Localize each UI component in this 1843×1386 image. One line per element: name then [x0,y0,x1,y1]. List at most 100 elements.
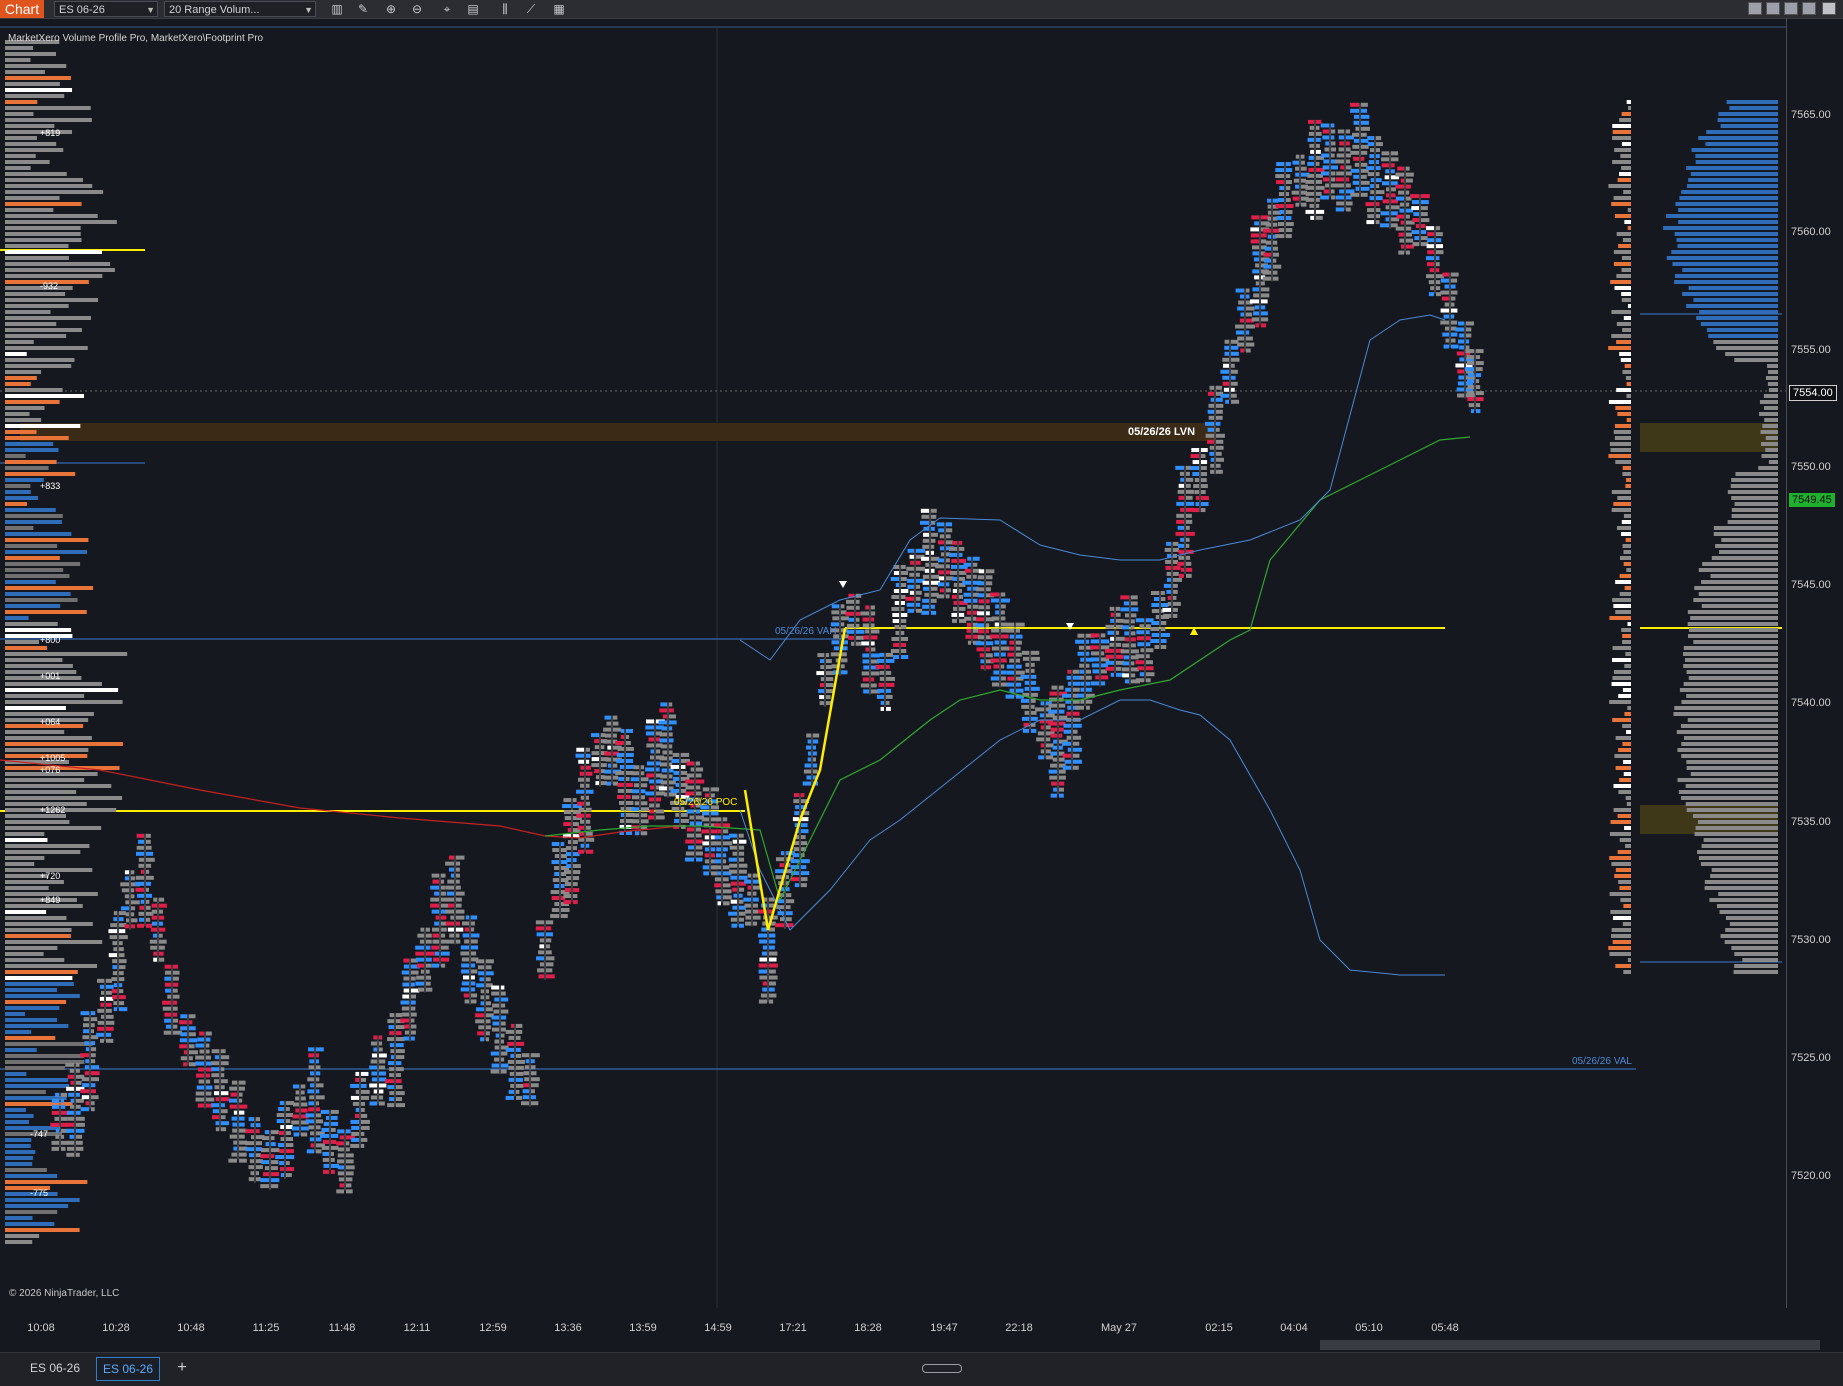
footprint-cell [173,982,179,987]
zoom-in-icon[interactable]: ⊕ [384,2,398,16]
footprint-cell [195,1043,204,1048]
footprint-cell [456,897,462,902]
footprint-cell [1286,216,1292,221]
footprint-cell [180,1032,187,1037]
footprint-cell [1201,508,1206,513]
footprint-cell [1073,741,1080,746]
footprint-cell [732,851,737,856]
volume-bar [5,964,98,968]
window-minimize-button[interactable] [1748,2,1762,15]
window-close-button[interactable] [1822,2,1836,15]
footprint-cell [1366,166,1374,171]
footprint-cell [1146,648,1154,653]
footprint-cell [946,564,950,569]
footprint-cell [978,569,984,574]
footprint-cell [1261,299,1268,304]
pencil-icon[interactable]: ✎ [356,2,370,16]
instrument-selector[interactable]: ES 06-26 ▼ [54,1,158,17]
footprint-cell [411,1018,415,1023]
footprint-cell [388,1025,394,1030]
footprint-cell [931,550,935,555]
footprint-cell [239,1152,247,1157]
footprint-cell [995,604,999,609]
footprint-cell [195,1055,204,1060]
footprint-cell [1146,672,1155,677]
footprint-cell [717,901,721,906]
footprint-cell [91,1077,99,1082]
footprint-cell [907,584,914,589]
footprint-cell [286,1161,290,1166]
strategies-icon[interactable]: ⟋ [524,2,538,16]
footprint-cell [786,893,792,898]
footprint-cell [1397,166,1404,171]
volume-bar [1702,562,1778,566]
footprint-cell [813,769,818,774]
footprint-cell [1361,132,1367,137]
time-axis[interactable]: 10:08 10:28 10:48 11:25 11:48 12:11 12:59 13:36… [0,1308,1786,1344]
time-tick-label: 10:48 [177,1322,205,1334]
footprint-cell [494,1045,499,1050]
footprint-cell [696,833,702,838]
footprint-cell [486,1037,490,1042]
add-tab-button[interactable]: + [172,1357,192,1379]
tab-es-06-26-2[interactable]: ES 06-26 [96,1357,161,1381]
volume-bar [5,232,81,236]
bar-type-icon[interactable]: ▥ [330,2,344,16]
footprint-cell [660,702,667,707]
pager-handle[interactable] [922,1364,962,1373]
window-tile-button[interactable] [1766,2,1780,15]
footprint-cell [1075,705,1084,710]
footprint-cell [753,903,758,908]
footprint-cell [1273,240,1278,245]
footprint-cell [137,893,144,898]
footprint-cell [973,556,980,561]
footprint-cell [431,945,439,950]
indicators-icon[interactable]: ⫼ [498,2,512,16]
footprint-cell [351,1131,359,1136]
volume-bar [5,1036,56,1040]
footprint-cell [462,975,469,980]
horizontal-scrollbar[interactable] [1320,1340,1820,1350]
volume-bar [1696,316,1778,320]
bar-type-selector[interactable]: 20 Range Volum... ▼ [164,1,316,17]
footprint-cell [1384,175,1389,180]
window-maximize-button[interactable] [1784,2,1798,15]
footprint-cell [153,957,157,962]
session-volume-bar [1616,232,1631,236]
tab-es-06-26-1[interactable]: ES 06-26 [24,1357,86,1379]
footprint-cell [871,635,878,640]
price-axis[interactable]: 7565.00 7560.00 7555.00 7550.00 7545.00 7540.… [1786,18,1843,1308]
footprint-cell [769,969,776,974]
footprint-cell [331,1121,339,1126]
volume-bar [1679,196,1778,200]
footprint-cell [1209,451,1214,456]
footprint-cell [1444,302,1449,307]
footprint-cell [1436,262,1440,267]
footprint-cell [456,933,460,938]
footprint-cell [415,951,424,956]
footprint-cell [801,871,810,876]
footprint-cell [337,1165,344,1170]
volume-bar [1767,382,1778,386]
zoom-out-icon[interactable]: ⊖ [410,2,424,16]
footprint-cell [165,988,171,993]
footprint-cell [607,763,611,768]
footprint-cell [292,1114,299,1119]
footprint-cell [790,859,799,864]
footprint-cell [1031,674,1037,679]
footprint-cell [1001,646,1010,651]
footprint-cell [551,842,559,847]
chart-panel[interactable]: MarketXero Volume Profile Pro, MarketXer… [0,18,1843,1308]
footprint-cell [675,782,679,787]
footprint-cell [456,885,461,890]
chart-window-tab[interactable]: Chart [0,0,44,18]
footprint-cell [331,1115,338,1120]
footprint-cell [1025,662,1029,667]
footprint-cell [256,1117,260,1122]
footprint-cell [501,1015,507,1020]
crosshair-icon[interactable]: ⌖ [440,2,454,16]
window-restore-button[interactable] [1802,2,1816,15]
chart-canvas[interactable] [0,18,1843,1308]
properties-icon[interactable]: ▤ [466,2,480,16]
chart-trader-icon[interactable]: ▦ [552,2,566,16]
